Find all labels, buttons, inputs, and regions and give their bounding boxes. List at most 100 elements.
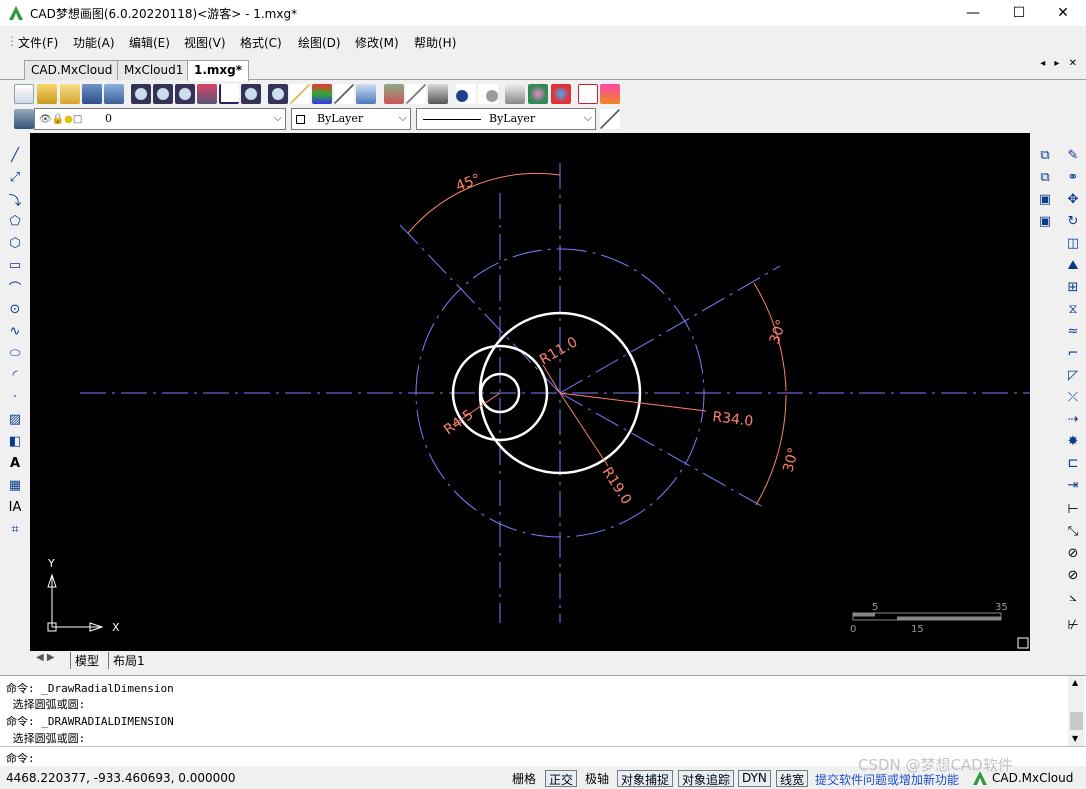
layer-manager-icon[interactable]: [14, 109, 34, 129]
radius-dimension-icon[interactable]: ⊘: [1064, 544, 1082, 562]
move-icon[interactable]: ✥: [1064, 190, 1082, 208]
maximize-button[interactable]: ☐: [996, 0, 1042, 26]
hexagon-icon[interactable]: ⬡: [6, 234, 24, 252]
extend-icon[interactable]: ⇢: [1064, 410, 1082, 428]
chamfer-icon[interactable]: ◸: [1064, 366, 1082, 384]
find-icon[interactable]: [268, 84, 288, 104]
aligned-dimension-icon[interactable]: ⤡: [1064, 522, 1082, 540]
text-icon[interactable]: A: [6, 454, 24, 472]
scan-icon[interactable]: [505, 84, 525, 104]
menu-modify[interactable]: 修改(M): [355, 34, 399, 51]
region-icon[interactable]: ⌗: [6, 520, 24, 538]
diameter-dimension-icon[interactable]: ⊘: [1064, 566, 1082, 584]
menu-edit[interactable]: 编辑(E): [129, 34, 170, 51]
menu-format[interactable]: 格式(C): [240, 34, 282, 51]
command-scrollbar[interactable]: ▲ ▼: [1068, 676, 1085, 746]
tab-1-mxg[interactable]: 1.mxg*: [187, 60, 250, 81]
offset-icon[interactable]: ≈: [1064, 322, 1082, 340]
scroll-up-icon[interactable]: ▲: [1072, 678, 1078, 687]
array-icon[interactable]: ⊞: [1064, 278, 1082, 296]
web-icon[interactable]: [551, 84, 571, 104]
layer-select[interactable]: 👁🔒●□ 0 ⌵: [34, 108, 286, 130]
angular-dimension-icon[interactable]: ⦣: [1064, 588, 1082, 606]
menu-view[interactable]: 视图(V): [184, 34, 226, 51]
ellipse-arc-icon[interactable]: ◜: [6, 366, 24, 384]
draw-order-icon[interactable]: ▣: [1036, 190, 1054, 208]
trim-icon[interactable]: ⤫: [1064, 388, 1082, 406]
zoom-extents-icon[interactable]: [241, 84, 261, 104]
explode-icon[interactable]: ✸: [1064, 432, 1082, 450]
polyline-icon[interactable]: ⤵: [6, 190, 24, 209]
linear-dimension-icon[interactable]: ⊢: [1064, 500, 1082, 518]
save-all-icon[interactable]: [104, 84, 124, 104]
tab-cad-mxcloud[interactable]: CAD.MxCloud: [24, 60, 120, 80]
zoom-out-icon[interactable]: [153, 84, 173, 104]
layout-nav-icon[interactable]: ◀ ▶: [36, 652, 55, 663]
block-icon[interactable]: ◧: [6, 432, 24, 450]
resize-handle[interactable]: [1017, 637, 1029, 649]
close-button[interactable]: ✕: [1040, 0, 1086, 26]
hatch-icon[interactable]: ▨: [6, 410, 24, 428]
pan-icon[interactable]: [197, 84, 217, 104]
brush-icon[interactable]: [334, 84, 354, 104]
save-icon[interactable]: [82, 84, 102, 104]
dyn-toggle[interactable]: DYN: [738, 770, 771, 787]
redo-icon[interactable]: [478, 84, 498, 104]
ellipse-icon[interactable]: ⬭: [6, 344, 24, 362]
menu-function[interactable]: 功能(A): [73, 34, 115, 51]
render-icon[interactable]: [528, 84, 548, 104]
erase-icon[interactable]: ✎: [1064, 146, 1082, 164]
grid-toggle[interactable]: 栅格: [509, 770, 539, 787]
scale-icon[interactable]: ◫: [1064, 234, 1082, 252]
stretch-icon[interactable]: ⛰: [1064, 256, 1082, 274]
table-icon[interactable]: ▦: [6, 476, 24, 494]
copy-object-icon[interactable]: ⧉: [1036, 146, 1054, 164]
color-select[interactable]: ByLayer ⌵: [291, 108, 411, 130]
minimize-button[interactable]: —: [950, 0, 996, 26]
object-track-toggle[interactable]: 对象追踪: [678, 770, 735, 787]
open-file-icon[interactable]: [37, 84, 57, 104]
pencil-icon[interactable]: [290, 84, 310, 104]
image-icon[interactable]: [600, 84, 620, 104]
mtext-icon[interactable]: ⅠA: [6, 498, 24, 516]
circle-icon[interactable]: ⊙: [6, 300, 24, 318]
tab-model[interactable]: 模型: [70, 652, 99, 669]
open-folder-icon[interactable]: [60, 84, 80, 104]
ortho-toggle[interactable]: 正交: [545, 770, 578, 787]
polar-toggle[interactable]: 极轴: [582, 770, 612, 787]
rotate-icon[interactable]: ↻: [1064, 212, 1082, 230]
tab-mxcloud1[interactable]: MxCloud1: [117, 60, 191, 80]
ray-icon[interactable]: ⤢: [6, 168, 24, 186]
polygon-icon[interactable]: ⬠: [6, 212, 24, 230]
tab-navigation[interactable]: ◂ ▸ ✕: [1040, 58, 1080, 69]
bring-front-icon[interactable]: ▣: [1036, 212, 1054, 230]
break-icon[interactable]: ⊏: [1064, 454, 1082, 472]
point-icon[interactable]: ·: [6, 388, 24, 406]
lineweight-icon[interactable]: [600, 109, 620, 129]
export-icon[interactable]: [356, 84, 376, 104]
scroll-thumb[interactable]: [1070, 712, 1083, 730]
coordinate-icon[interactable]: [219, 84, 239, 104]
new-file-icon[interactable]: [14, 84, 34, 104]
menu-help[interactable]: 帮助(H): [414, 34, 456, 51]
spline-icon[interactable]: ∿: [6, 322, 24, 340]
menu-draw[interactable]: 绘图(D): [298, 34, 341, 51]
rectangle-icon[interactable]: ▭: [6, 256, 24, 274]
join-icon[interactable]: ⇥: [1064, 476, 1082, 494]
menu-file[interactable]: 文件(F): [18, 34, 58, 51]
fillet-icon[interactable]: ⌐: [1064, 344, 1082, 362]
scroll-down-icon[interactable]: ▼: [1072, 734, 1078, 743]
arc-icon[interactable]: ⌒: [6, 278, 24, 297]
linetype-select[interactable]: ByLayer ⌵: [416, 108, 596, 130]
tab-layout1[interactable]: 布局1: [108, 652, 145, 669]
zoom-window-icon[interactable]: [131, 84, 151, 104]
mirror-icon[interactable]: ⧖: [1064, 300, 1082, 318]
print-icon[interactable]: [428, 84, 448, 104]
object-snap-toggle[interactable]: 对象捕捉: [617, 770, 674, 787]
drawing-svg[interactable]: 45° 30° 30° R11.0 R34.0 R19.0 R4.5 Y X 5…: [30, 133, 1030, 651]
properties-icon[interactable]: [384, 84, 404, 104]
layers-color-icon[interactable]: [312, 84, 332, 104]
undo-icon[interactable]: [456, 84, 476, 104]
zoom-in-icon[interactable]: [175, 84, 195, 104]
continue-dimension-icon[interactable]: ⊬: [1064, 616, 1082, 634]
